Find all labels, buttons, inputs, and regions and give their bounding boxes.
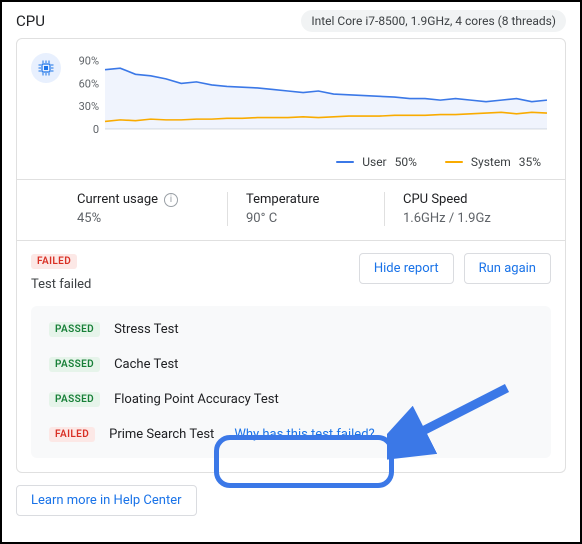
line-chart: 0 30% 60% 90% (71, 51, 551, 141)
test-status-badge: PASSED (49, 392, 100, 407)
stat-speed-value: 1.6GHz / 1.9Gz (403, 211, 547, 226)
report-message: Test failed (31, 277, 91, 292)
legend-user-label: User (362, 155, 386, 169)
run-again-button[interactable]: Run again (464, 253, 551, 284)
stat-usage: Current usage i 45% (17, 192, 227, 226)
stat-temp-value: 90° C (246, 211, 366, 226)
test-status-badge: FAILED (49, 427, 95, 442)
test-status-badge: PASSED (49, 357, 100, 372)
test-row: PASSED Stress Test (31, 312, 551, 347)
test-name-label: Cache Test (114, 357, 178, 372)
page-title: CPU (16, 12, 45, 30)
svg-text:60%: 60% (79, 77, 99, 90)
chart-area: 0 30% 60% 90% (71, 51, 551, 145)
stat-speed: CPU Speed 1.6GHz / 1.9Gz (384, 192, 565, 226)
svg-text:90%: 90% (79, 55, 99, 68)
legend-user-value: 50% (395, 155, 417, 169)
test-status-badge: PASSED (49, 322, 100, 337)
legend-system-label: System (471, 155, 511, 169)
hide-report-button[interactable]: Hide report (359, 253, 454, 284)
test-row: FAILED Prime Search Test Why has this test… (31, 417, 551, 452)
tests-list: PASSED Stress Test PASSED Cache Test PASSED F… (31, 306, 551, 458)
test-row: PASSED Floating Point Accuracy Test (31, 382, 551, 417)
legend-system-value: 35% (519, 155, 541, 169)
info-icon[interactable]: i (164, 193, 178, 207)
stat-usage-value: 45% (77, 211, 209, 226)
overall-status-badge: FAILED (31, 254, 77, 269)
cpu-icon (31, 53, 61, 83)
test-name-label: Prime Search Test (109, 427, 214, 442)
svg-text:0: 0 (93, 123, 99, 136)
stat-temp-label: Temperature (246, 192, 366, 207)
learn-more-button[interactable]: Learn more in Help Center (16, 485, 197, 516)
legend-user: User 50% (336, 155, 417, 169)
cpu-chart-panel: 0 30% 60% 90% User 50% System 35% (16, 38, 566, 180)
svg-text:30%: 30% (79, 100, 99, 113)
test-name-label: Floating Point Accuracy Test (114, 392, 279, 407)
report-panel: FAILED Test failed Hide report Run again… (16, 241, 566, 473)
stat-usage-label: Current usage (77, 192, 158, 207)
legend-system: System 35% (445, 155, 541, 169)
stat-temperature: Temperature 90° C (227, 192, 384, 226)
why-failed-link[interactable]: Why has this test failed? (234, 427, 374, 442)
cpu-spec-badge: Intel Core i7-8500, 1.9GHz, 4 cores (8 t… (301, 10, 566, 32)
stats-row: Current usage i 45% Temperature 90° C CP… (16, 180, 566, 241)
test-name-label: Stress Test (114, 322, 179, 337)
test-row: PASSED Cache Test (31, 347, 551, 382)
chart-legend: User 50% System 35% (31, 155, 551, 169)
stat-speed-label: CPU Speed (403, 192, 547, 207)
